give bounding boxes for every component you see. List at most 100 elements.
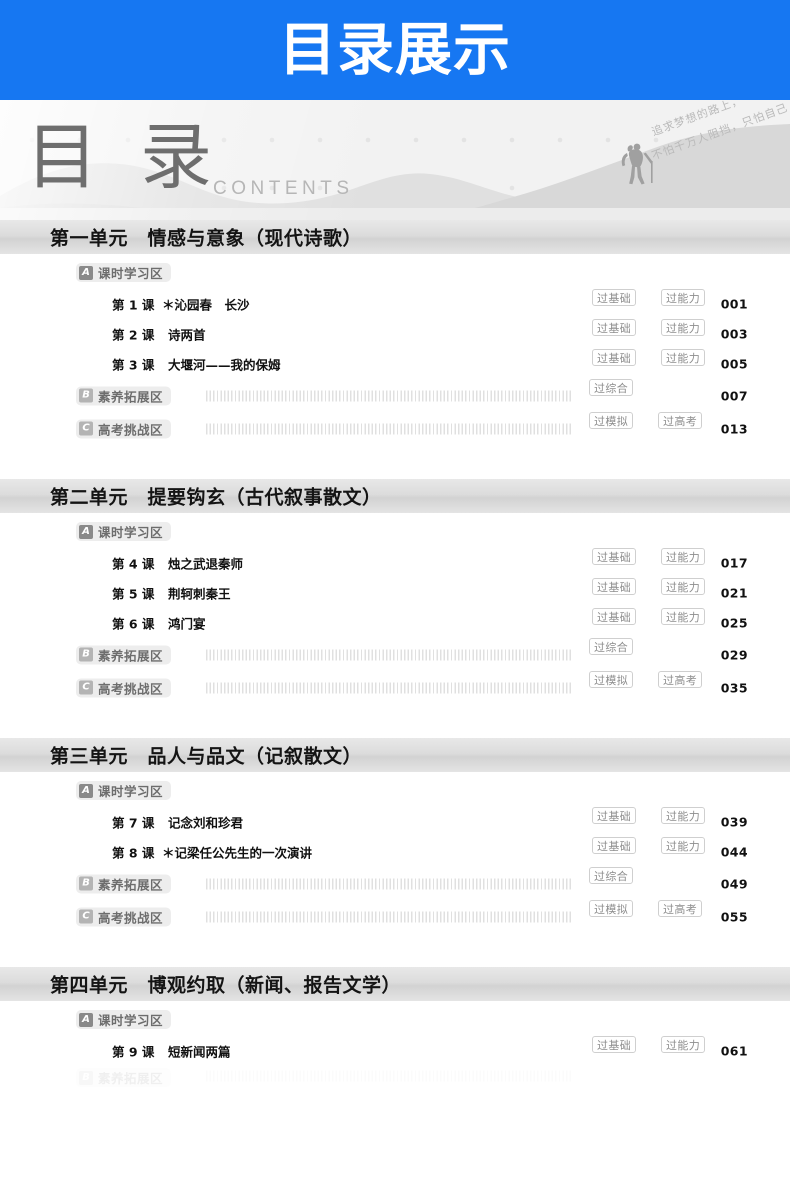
zone-letter-badge: C [79, 421, 93, 436]
lesson-row[interactable]: 第 5 课荆轲刺秦王 过基础 过能力 021 [0, 578, 790, 608]
lesson-row[interactable]: 第 1 课 ＊沁园春 长沙 过基础 过能力 001 [0, 289, 790, 319]
tag-过基础[interactable]: 过基础 [592, 837, 637, 854]
zone-row[interactable]: C 高考挑战区 过模拟 过高考 055 [0, 900, 790, 933]
page-number: 003 [720, 326, 748, 342]
zone-tag-b[interactable]: B 素养拓展区 [76, 1068, 172, 1087]
zone-tag-a[interactable]: A 课时学习区 [76, 1010, 172, 1029]
tag-过基础[interactable]: 过基础 [592, 319, 637, 336]
lesson-row[interactable]: 第 4 课烛之武退秦师 过基础 过能力 017 [0, 548, 790, 578]
tag-过综合[interactable]: 过综合 [589, 638, 634, 655]
unit-list: 第一单元 情感与意象（现代诗歌） A 课时学习区第 1 课＊沁园春 长沙 过基础 过能力… [0, 220, 790, 1096]
tag-过综合[interactable]: 过综合 [589, 379, 634, 396]
tag-过能力[interactable]: 过能力 [661, 349, 706, 366]
tag-过能力[interactable]: 过能力 [661, 578, 706, 595]
dotted-leader [206, 390, 573, 401]
tag-过能力[interactable]: 过能力 [661, 319, 706, 336]
lesson-title: ＊沁园春 长沙 [162, 297, 250, 313]
tag-过基础[interactable]: 过基础 [592, 608, 637, 625]
lesson-row[interactable]: 第 7 课记念刘和珍君 过基础 过能力 039 [0, 807, 790, 837]
unit-section: 第四单元 博观约取（新闻、报告文学） A 课时学习区第 9 课短新闻两篇 过基础 过能力… [0, 967, 790, 1096]
zone-letter-badge: A [79, 265, 93, 280]
tag-过高考[interactable]: 过高考 [658, 671, 703, 688]
unit-section: 第三单元 品人与品文（记叙散文） A 课时学习区第 7 课记念刘和珍君 过基础 过能力 0… [0, 738, 790, 933]
zone-row[interactable]: B 素养拓展区 过综合 007 [0, 379, 790, 412]
unit-header-bar: 第二单元 提要钩玄（古代叙事散文） [0, 479, 790, 513]
zone-tag-a[interactable]: A 课时学习区 [76, 522, 172, 541]
zone-tag-c[interactable]: C 高考挑战区 [76, 419, 172, 438]
zone-row[interactable]: B 素养拓展区 过综合 029 [0, 638, 790, 671]
lesson-row[interactable]: 第 2 课诗两首 过基础 过能力 003 [0, 319, 790, 349]
page-number: 039 [720, 814, 748, 830]
lesson-row[interactable]: 第 8 课 ＊记梁任公先生的一次演讲 过基础 过能力 044 [0, 837, 790, 867]
unit-spacer [0, 704, 790, 738]
zone-letter-badge: C [79, 909, 93, 924]
tag-过综合[interactable]: 过综合 [589, 867, 634, 884]
page-number: 017 [720, 555, 748, 571]
zone-row[interactable]: C 高考挑战区 过模拟 过高考 035 [0, 671, 790, 704]
unit-title: 第四单元 博观约取（新闻、报告文学） [50, 974, 402, 997]
unit-section: 第二单元 提要钩玄（古代叙事散文） A 课时学习区第 4 课烛之武退秦师 过基础 过能力… [0, 479, 790, 704]
lesson-row[interactable]: 第 6 课鸿门宴 过基础 过能力 025 [0, 608, 790, 638]
zone-letter-badge: B [79, 388, 93, 403]
zone-tag-b[interactable]: B 素养拓展区 [76, 874, 172, 893]
tag-过模拟[interactable]: 过模拟 [589, 671, 634, 688]
lesson-row[interactable]: 第 9 课短新闻两篇 过基础 过能力 061 [0, 1036, 790, 1066]
unit-section: 第一单元 情感与意象（现代诗歌） A 课时学习区第 1 课＊沁园春 长沙 过基础 过能力… [0, 220, 790, 445]
lesson-title: 大堰河——我的保姆 [168, 357, 281, 373]
tag-过基础[interactable]: 过基础 [592, 349, 637, 366]
page-number: 049 [720, 876, 748, 891]
contents-heading-en: CONTENTS [213, 178, 354, 199]
tag-过基础[interactable]: 过基础 [592, 807, 637, 824]
lesson-number: 第 9 课 [112, 1044, 155, 1060]
unit-title: 第一单元 情感与意象（现代诗歌） [50, 227, 363, 250]
tag-过基础[interactable]: 过基础 [592, 578, 637, 595]
unit-spacer [0, 445, 790, 479]
zone-tag-b[interactable]: B 素养拓展区 [76, 386, 172, 405]
zone-letter-badge: A [79, 783, 93, 798]
zone-tag-b[interactable]: B 素养拓展区 [76, 645, 172, 664]
tag-过基础[interactable]: 过基础 [592, 289, 637, 306]
zone-tag-c[interactable]: C 高考挑战区 [76, 678, 172, 697]
tag-过模拟[interactable]: 过模拟 [589, 412, 634, 429]
lesson-number: 第 6 课 [112, 616, 155, 632]
dotted-leader [206, 423, 573, 434]
unit-title: 第三单元 品人与品文（记叙散文） [50, 745, 363, 768]
zone-label: 素养拓展区 [98, 648, 164, 663]
zone-row[interactable]: B 素养拓展区 过综合 049 [0, 867, 790, 900]
zone-label: 高考挑战区 [98, 681, 164, 696]
contents-heading-cn: 目 录 [26, 118, 225, 198]
zone-label: 课时学习区 [98, 266, 164, 281]
zone-tag-a[interactable]: A 课时学习区 [76, 781, 172, 800]
tag-过高考[interactable]: 过高考 [658, 900, 703, 917]
tag-过能力[interactable]: 过能力 [661, 1036, 706, 1053]
lesson-row[interactable]: 第 3 课大堰河——我的保姆 过基础 过能力 005 [0, 349, 790, 379]
page-banner: 目录展示 [0, 0, 790, 100]
unit-header-bar: 第三单元 品人与品文（记叙散文） [0, 738, 790, 772]
page-number: 044 [720, 844, 748, 860]
page-number: 013 [720, 421, 748, 436]
tag-过能力[interactable]: 过能力 [661, 837, 706, 854]
tag-过基础[interactable]: 过基础 [592, 1036, 637, 1053]
zone-a-row: A 课时学习区 [0, 781, 790, 807]
zone-letter-badge: B [79, 876, 93, 891]
tag-过模拟[interactable]: 过模拟 [589, 900, 634, 917]
zone-row[interactable]: C 高考挑战区 过模拟 过高考 013 [0, 412, 790, 445]
lesson-number: 第 8 课 [112, 845, 155, 861]
tag-过能力[interactable]: 过能力 [661, 289, 706, 306]
tag-过能力[interactable]: 过能力 [661, 548, 706, 565]
dotted-leader [206, 878, 573, 889]
tag-过基础[interactable]: 过基础 [592, 548, 637, 565]
zone-tag-a[interactable]: A 课时学习区 [76, 263, 172, 282]
page-number: 001 [720, 296, 748, 312]
page-number: 029 [720, 647, 748, 662]
zone-label: 课时学习区 [98, 525, 164, 540]
tag-过能力[interactable]: 过能力 [661, 608, 706, 625]
lesson-number: 第 3 课 [112, 357, 155, 373]
tag-过能力[interactable]: 过能力 [661, 807, 706, 824]
lesson-number: 第 4 课 [112, 556, 155, 572]
zone-letter-badge: A [79, 524, 93, 539]
unit-header-bar: 第四单元 博观约取（新闻、报告文学） [0, 967, 790, 1001]
tag-过高考[interactable]: 过高考 [658, 412, 703, 429]
zone-tag-c[interactable]: C 高考挑战区 [76, 907, 172, 926]
contents-page: 目录展示 目 录 CONTENTS 追求梦想的路上， 不怕千万人阻挡，只怕自己 … [0, 0, 790, 1200]
